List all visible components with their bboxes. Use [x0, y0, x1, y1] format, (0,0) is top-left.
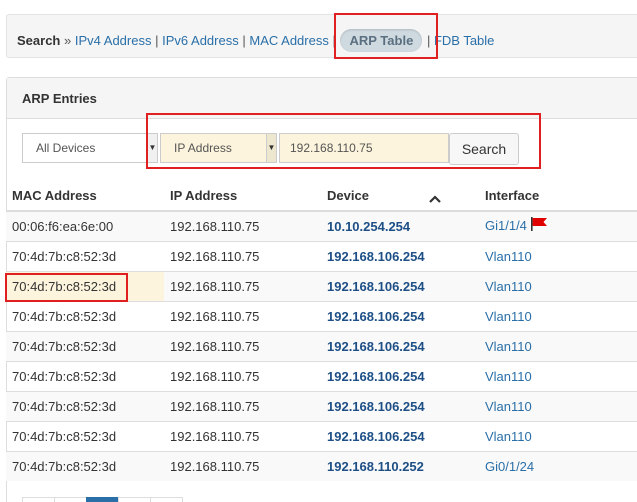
interface-link[interactable]: Vlan110 [485, 249, 532, 264]
device-select[interactable]: All Devices ▼ [22, 133, 158, 163]
breadcrumb-divider: | [332, 33, 336, 48]
arp-table: MAC Address IP Address Device Interface … [6, 181, 637, 481]
pagination-button[interactable] [22, 497, 55, 502]
cell-interface: Vlan110 [479, 390, 637, 421]
search-input[interactable] [279, 133, 449, 163]
pagination-button[interactable] [150, 497, 183, 502]
cell-interface: Gi0/1/24 [479, 450, 637, 481]
flag-icon [530, 216, 548, 234]
interface-link[interactable]: Vlan110 [485, 369, 532, 384]
cell-mac: 70:4d:7b:c8:52:3d [6, 330, 164, 361]
search-button[interactable]: Search [449, 133, 519, 165]
cell-ip: 192.168.110.75 [164, 420, 321, 451]
breadcrumb-divider: | [242, 33, 246, 48]
device-link[interactable]: 192.168.106.254 [327, 339, 425, 354]
device-select-value: All Devices [36, 141, 96, 155]
field-select[interactable]: IP Address ▼ [160, 133, 277, 163]
interface-link[interactable]: Vlan110 [485, 339, 532, 354]
panel-title: ARP Entries [22, 91, 97, 106]
cell-interface: Vlan110 [479, 270, 637, 301]
interface-link[interactable]: Vlan110 [485, 279, 532, 294]
cell-ip: 192.168.110.75 [164, 330, 321, 361]
pagination-button[interactable] [54, 497, 87, 502]
cell-ip: 192.168.110.75 [164, 300, 321, 331]
interface-link[interactable]: Gi1/1/4 [485, 218, 527, 233]
cell-ip: 192.168.110.75 [164, 390, 321, 421]
breadcrumb-arp-active[interactable]: ARP Table [340, 29, 423, 52]
table-row: 70:4d:7b:c8:52:3d 192.168.110.75 192.168… [6, 390, 637, 421]
breadcrumb-divider: | [155, 33, 159, 48]
table-row: 70:4d:7b:c8:52:3d 192.168.110.75 192.168… [6, 420, 637, 451]
table-row: 70:4d:7b:c8:52:3d 192.168.110.75 192.168… [6, 360, 637, 391]
cell-ip: 192.168.110.75 [164, 240, 321, 271]
header-ip[interactable]: IP Address [164, 181, 321, 212]
header-device-label: Device [327, 188, 369, 203]
table-row: 70:4d:7b:c8:52:3d 192.168.110.75 192.168… [6, 450, 637, 481]
breadcrumb-ipv4-link[interactable]: IPv4 Address [75, 33, 152, 48]
table-row: 00:06:f6:ea:6e:00 192.168.110.75 10.10.2… [6, 210, 637, 241]
cell-ip: 192.168.110.75 [164, 450, 321, 481]
breadcrumb-ipv6-link[interactable]: IPv6 Address [162, 33, 239, 48]
table-row: 70:4d:7b:c8:52:3d 192.168.110.75 192.168… [6, 330, 637, 361]
cell-mac: 70:4d:7b:c8:52:3d [6, 390, 164, 421]
pagination-button[interactable] [118, 497, 151, 502]
cell-ip: 192.168.110.75 [164, 270, 321, 301]
device-link[interactable]: 192.168.106.254 [327, 249, 425, 264]
cell-device: 192.168.106.254 [321, 300, 479, 331]
cell-interface: Vlan110 [479, 420, 637, 451]
device-link[interactable]: 192.168.110.252 [327, 459, 424, 474]
cell-mac: 70:4d:7b:c8:52:3d [6, 450, 164, 481]
breadcrumb-mac-link[interactable]: MAC Address [249, 33, 328, 48]
panel-heading: ARP Entries [7, 78, 637, 119]
table-row: 70:4d:7b:c8:52:3d 192.168.110.75 192.168… [6, 240, 637, 271]
breadcrumb-search-label: Search [17, 33, 61, 48]
caret-down-icon: ▼ [266, 134, 276, 162]
cell-mac: 00:06:f6:ea:6e:00 [6, 210, 164, 241]
cell-ip: 192.168.110.75 [164, 360, 321, 391]
device-link[interactable]: 192.168.106.254 [327, 369, 425, 384]
cell-mac-highlighted: 70:4d:7b:c8:52:3d [6, 270, 164, 301]
header-interface[interactable]: Interface [479, 181, 637, 212]
device-link[interactable]: 192.168.106.254 [327, 399, 425, 414]
cell-interface: Vlan110 [479, 240, 637, 271]
header-device[interactable]: Device [321, 181, 479, 212]
interface-link[interactable]: Vlan110 [485, 429, 532, 444]
cell-device: 192.168.106.254 [321, 360, 479, 391]
cell-mac: 70:4d:7b:c8:52:3d [6, 360, 164, 391]
device-link[interactable]: 192.168.106.254 [327, 279, 425, 294]
device-link[interactable]: 10.10.254.254 [327, 219, 410, 234]
cell-interface: Gi1/1/4 [479, 210, 637, 241]
field-select-value: IP Address [174, 141, 232, 155]
table-row: 70:4d:7b:c8:52:3d 192.168.110.75 192.168… [6, 300, 637, 331]
interface-link[interactable]: Vlan110 [485, 309, 532, 324]
device-link[interactable]: 192.168.106.254 [327, 429, 425, 444]
device-link[interactable]: 192.168.106.254 [327, 309, 425, 324]
breadcrumb: Search » IPv4 Address | IPv6 Address | M… [6, 14, 637, 58]
table-row: 70:4d:7b:c8:52:3d 192.168.110.75 192.168… [6, 270, 637, 301]
breadcrumb-fdb-link[interactable]: FDB Table [434, 33, 494, 48]
cell-mac: 70:4d:7b:c8:52:3d [6, 420, 164, 451]
cell-device: 192.168.106.254 [321, 330, 479, 361]
cell-device: 192.168.106.254 [321, 270, 479, 301]
pagination-button-active[interactable] [86, 497, 119, 502]
cell-interface: Vlan110 [479, 300, 637, 331]
table-header-row: MAC Address IP Address Device Interface [6, 181, 637, 212]
pagination [22, 497, 183, 502]
breadcrumb-divider: | [426, 33, 431, 48]
cell-device: 192.168.110.252 [321, 450, 479, 481]
cell-ip: 192.168.110.75 [164, 210, 321, 241]
cell-device: 10.10.254.254 [321, 210, 479, 241]
header-mac[interactable]: MAC Address [6, 181, 164, 212]
cell-mac: 70:4d:7b:c8:52:3d [6, 240, 164, 271]
cell-interface: Vlan110 [479, 330, 637, 361]
interface-link[interactable]: Vlan110 [485, 399, 532, 414]
cell-mac: 70:4d:7b:c8:52:3d [6, 300, 164, 331]
interface-link[interactable]: Gi0/1/24 [485, 459, 534, 474]
cell-device: 192.168.106.254 [321, 390, 479, 421]
breadcrumb-separator: » [64, 33, 72, 48]
cell-interface: Vlan110 [479, 360, 637, 391]
caret-down-icon: ▼ [147, 134, 157, 162]
cell-device: 192.168.106.254 [321, 240, 479, 271]
cell-device: 192.168.106.254 [321, 420, 479, 451]
